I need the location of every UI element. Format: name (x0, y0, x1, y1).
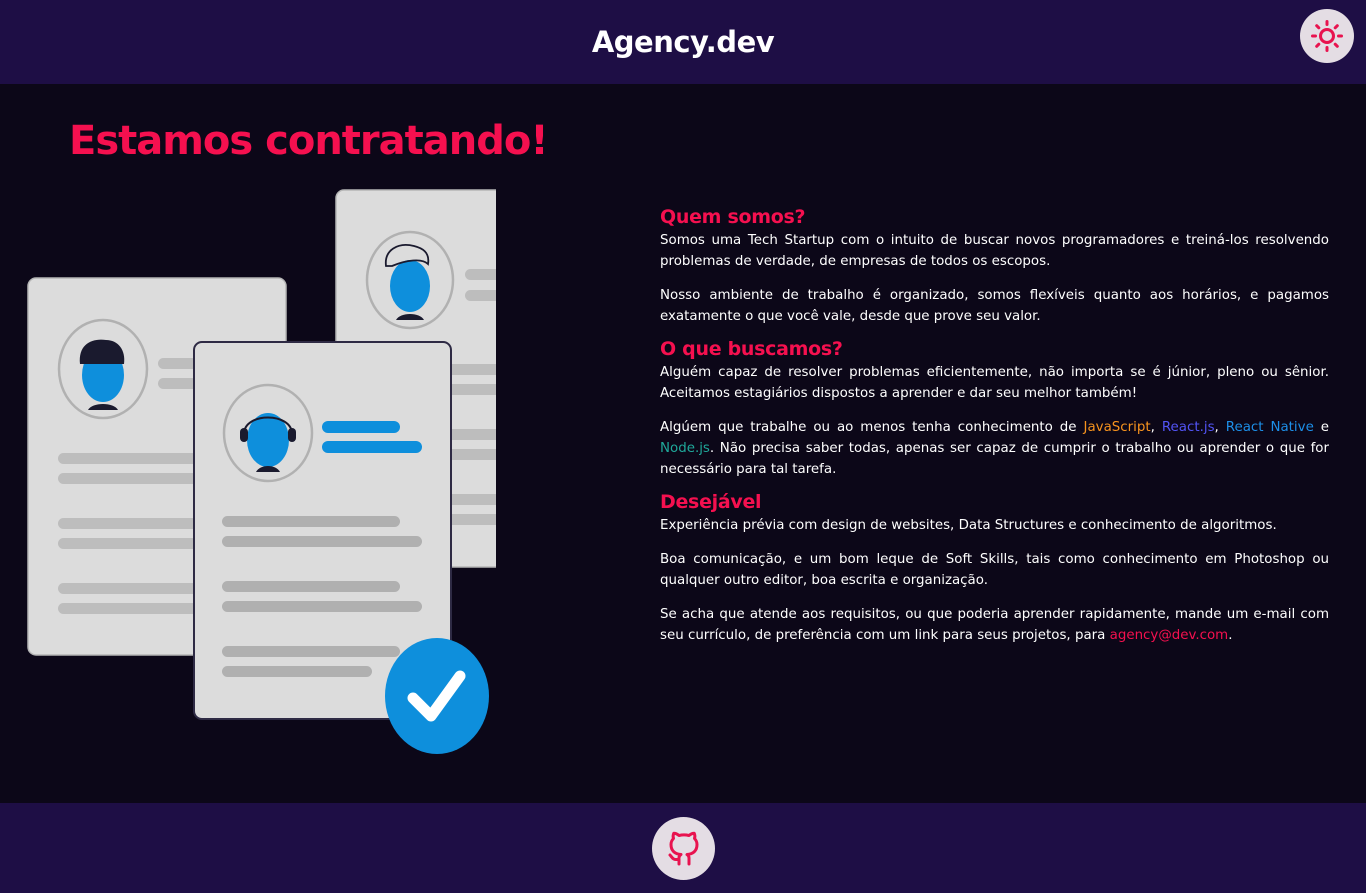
tech-separator: , (1150, 420, 1162, 435)
tech-separator: , (1214, 420, 1226, 435)
checkmark-icon (385, 638, 489, 754)
resume-documents-illustration (26, 188, 594, 758)
desirable-paragraph-3-suffix: . (1228, 628, 1233, 643)
theme-toggle-button[interactable] (1300, 9, 1354, 63)
job-description: Quem somos? Somos uma Tech Startup com o… (660, 204, 1329, 659)
about-section: Quem somos? Somos uma Tech Startup com o… (660, 204, 1329, 327)
seeking-title: O que buscamos? (660, 338, 843, 360)
seeking-paragraph-2-suffix: . Não precisa saber todas, apenas ser ca… (660, 441, 1329, 477)
tech-separator: e (1313, 420, 1329, 435)
desirable-section: Desejável Experiência prévia com design … (660, 489, 1329, 646)
tech-javascript: JavaScript (1083, 420, 1151, 435)
about-paragraph-2: Nosso ambiente de trabalho é organizado,… (660, 288, 1329, 324)
seeking-paragraph-2-prefix: Algúem que trabalhe ou ao menos tenha co… (660, 420, 1084, 435)
brand-logo-text[interactable]: Agency.dev (592, 25, 775, 59)
tech-react: React.js (1161, 420, 1215, 435)
github-button[interactable] (652, 817, 715, 880)
seeking-section: O que buscamos? Alguém capaz de resolver… (660, 336, 1329, 480)
tech-node: Node.js (660, 441, 710, 456)
page-footer (0, 803, 1366, 893)
seeking-paragraph-2: Algúem que trabalhe ou ao menos tenha co… (660, 417, 1329, 480)
github-icon (668, 831, 698, 865)
top-header: Agency.dev (0, 0, 1366, 84)
desirable-paragraph-3: Se acha que atende aos requisitos, ou qu… (660, 604, 1329, 646)
seeking-paragraph-1: Alguém capaz de resolver problemas efici… (660, 365, 1329, 401)
about-paragraph-1: Somos uma Tech Startup com o intuito de … (660, 233, 1329, 269)
desirable-paragraph-1: Experiência prévia com design de website… (660, 518, 1277, 533)
desirable-paragraph-2: Boa comunicação, e um bom leque de Soft … (660, 552, 1329, 588)
page-title: Estamos contratando! (69, 118, 549, 164)
desirable-title: Desejável (660, 491, 762, 513)
tech-react-native: React Native (1225, 420, 1314, 435)
about-title: Quem somos? (660, 206, 806, 228)
email-link[interactable]: agency@dev.com (1110, 628, 1229, 643)
sun-icon (1311, 20, 1343, 52)
